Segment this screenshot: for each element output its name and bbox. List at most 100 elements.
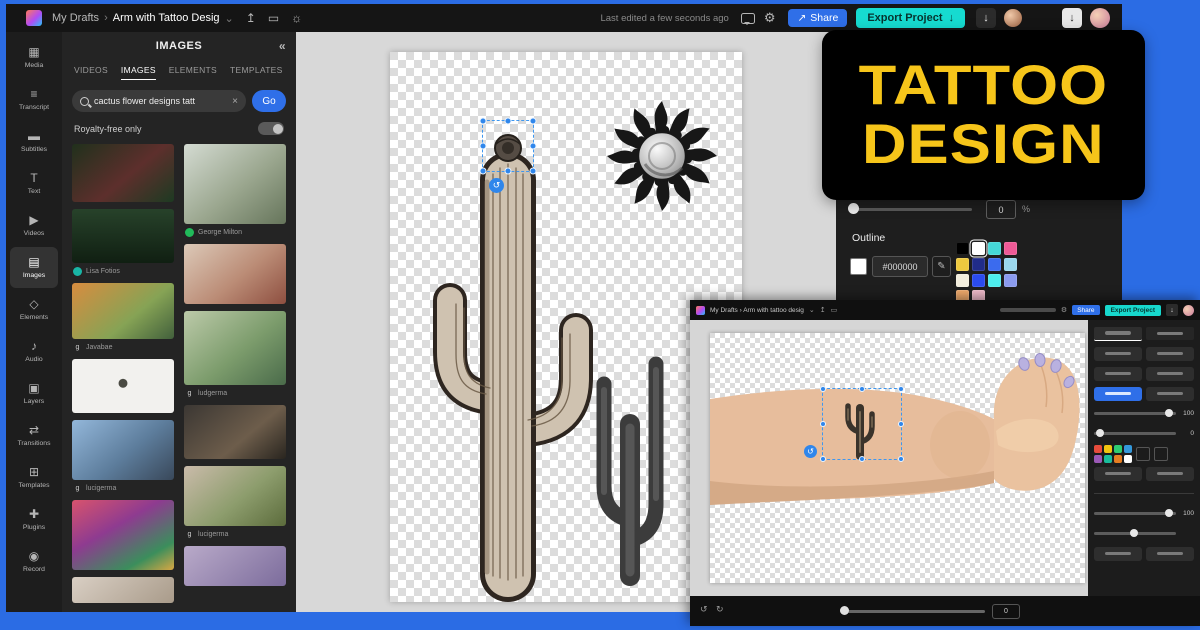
display-icon[interactable]: ▭ xyxy=(268,11,279,25)
mini-color-swatch[interactable] xyxy=(1094,455,1102,463)
mini-square-button[interactable] xyxy=(1136,447,1150,461)
image-thumbnail[interactable] xyxy=(72,500,174,570)
mini-color-swatch[interactable] xyxy=(1124,455,1132,463)
image-thumbnail[interactable] xyxy=(184,466,286,526)
image-thumbnail[interactable] xyxy=(72,420,174,480)
breadcrumb-root[interactable]: My Drafts xyxy=(52,12,99,24)
mini-zoom-value[interactable]: 0 xyxy=(992,604,1020,619)
sidebar-item-transitions[interactable]: ⇄Transitions xyxy=(10,415,58,456)
color-swatch[interactable] xyxy=(1004,242,1017,255)
outline-color-swatch[interactable] xyxy=(850,258,867,275)
chevron-down-icon[interactable]: ⌄ xyxy=(809,306,815,314)
selection-handle[interactable] xyxy=(898,456,904,462)
color-swatch[interactable] xyxy=(988,258,1001,271)
mini-button[interactable] xyxy=(1146,547,1194,561)
search-query[interactable]: cactus flower designs tatt xyxy=(94,96,227,106)
selection-handle[interactable] xyxy=(480,168,487,175)
sidebar-item-subtitles[interactable]: ▬Subtitles xyxy=(10,121,58,162)
mini-button[interactable] xyxy=(1094,547,1142,561)
tab-templates[interactable]: TEMPLATES xyxy=(230,65,283,79)
image-thumbnail[interactable] xyxy=(72,144,174,202)
selection-handle[interactable] xyxy=(859,386,865,392)
image-thumbnail[interactable] xyxy=(184,546,286,586)
mini-rotate-handle[interactable]: ↺ xyxy=(804,445,817,458)
undo-icon[interactable]: ↺ xyxy=(700,604,708,615)
color-swatch[interactable] xyxy=(972,258,985,271)
opacity-slider[interactable] xyxy=(852,208,972,211)
selection-handle[interactable] xyxy=(480,118,487,125)
avatar-secondary[interactable] xyxy=(1090,8,1110,28)
mini-zoom-slider[interactable] xyxy=(840,610,985,613)
mini-slider[interactable] xyxy=(1094,412,1176,415)
sidebar-item-audio[interactable]: ♪Audio xyxy=(10,331,58,372)
mini-zoom-knob[interactable] xyxy=(840,606,849,615)
mini-artboard[interactable]: ↺ xyxy=(710,333,1085,583)
share-button[interactable]: ↗ Share xyxy=(788,9,847,27)
color-swatch[interactable] xyxy=(988,242,1001,255)
display-icon[interactable]: ▭ xyxy=(831,306,838,314)
image-thumbnail[interactable] xyxy=(72,577,174,603)
opacity-value[interactable]: 0 xyxy=(986,200,1016,219)
mini-color-swatch[interactable] xyxy=(1114,445,1122,453)
selection-handle[interactable] xyxy=(898,386,904,392)
mini-avatar[interactable] xyxy=(1183,305,1194,316)
selection-handle[interactable] xyxy=(530,143,537,150)
selection-handle[interactable] xyxy=(505,168,512,175)
mini-selection-box[interactable] xyxy=(822,388,902,460)
color-swatch[interactable] xyxy=(956,274,969,287)
search-go-button[interactable]: Go xyxy=(252,90,286,112)
color-swatch[interactable] xyxy=(1004,274,1017,287)
mini-button[interactable] xyxy=(1094,467,1142,481)
color-swatch[interactable] xyxy=(956,242,969,255)
sidebar-item-transcript[interactable]: ≡Transcript xyxy=(10,79,58,120)
image-thumbnail[interactable] xyxy=(72,283,174,339)
mini-button[interactable] xyxy=(1146,387,1194,401)
image-thumbnail[interactable] xyxy=(184,144,286,224)
mini-color-swatch[interactable] xyxy=(1114,455,1122,463)
tab-videos[interactable]: VIDEOS xyxy=(74,65,108,79)
mini-canvas-area[interactable]: ↺ xyxy=(690,320,1088,596)
sidebar-item-media[interactable]: ▦Media xyxy=(10,37,58,78)
export-project-button[interactable]: Export Project ↓ xyxy=(856,8,965,28)
mini-button[interactable] xyxy=(1094,367,1142,381)
selection-handle[interactable] xyxy=(530,168,537,175)
sidebar-item-plugins[interactable]: ✚Plugins xyxy=(10,499,58,540)
image-thumbnail[interactable] xyxy=(184,244,286,304)
mini-slider[interactable] xyxy=(1094,432,1176,435)
mini-tab[interactable] xyxy=(1146,327,1194,340)
mini-slider[interactable] xyxy=(1094,532,1176,535)
selection-handle[interactable] xyxy=(505,118,512,125)
sidebar-item-text[interactable]: TText xyxy=(10,163,58,204)
breadcrumb[interactable]: My Drafts › Arm with Tattoo Desig ⌄ xyxy=(52,12,234,25)
hex-color-field[interactable]: #000000 xyxy=(872,256,928,277)
selection-handle[interactable] xyxy=(820,456,826,462)
mini-export-button[interactable]: Export Project xyxy=(1105,305,1161,316)
mini-share-button[interactable]: Share xyxy=(1072,305,1099,315)
sidebar-item-templates[interactable]: ⊞Templates xyxy=(10,457,58,498)
mini-color-swatch[interactable] xyxy=(1124,445,1132,453)
download-button-secondary[interactable]: ↓ xyxy=(1062,8,1082,28)
mini-square-button[interactable] xyxy=(1154,447,1168,461)
image-thumbnail[interactable] xyxy=(72,209,174,263)
upload-icon[interactable]: ↥ xyxy=(820,306,826,314)
mini-button[interactable] xyxy=(1146,367,1194,381)
rotate-handle[interactable]: ↺ xyxy=(489,178,504,193)
mini-color-swatch[interactable] xyxy=(1104,445,1112,453)
redo-icon[interactable]: ↻ xyxy=(716,604,724,615)
mini-slider[interactable] xyxy=(1094,512,1176,515)
color-swatch[interactable] xyxy=(972,274,985,287)
mini-button-active[interactable] xyxy=(1094,387,1142,401)
sidebar-item-layers[interactable]: ▣Layers xyxy=(10,373,58,414)
clear-search-icon[interactable]: × xyxy=(232,96,238,107)
color-swatch[interactable] xyxy=(1004,258,1017,271)
sidebar-item-images[interactable]: ▤Images xyxy=(10,247,58,288)
document-title[interactable]: Arm with Tattoo Desig xyxy=(113,12,220,24)
selection-handle[interactable] xyxy=(820,421,826,427)
mini-button[interactable] xyxy=(1146,467,1194,481)
selection-handle[interactable] xyxy=(859,456,865,462)
mini-tab[interactable] xyxy=(1094,327,1142,341)
color-swatch[interactable] xyxy=(956,258,969,271)
tab-elements[interactable]: ELEMENTS xyxy=(169,65,217,79)
selection-handle[interactable] xyxy=(898,421,904,427)
mini-button[interactable] xyxy=(1094,347,1142,361)
